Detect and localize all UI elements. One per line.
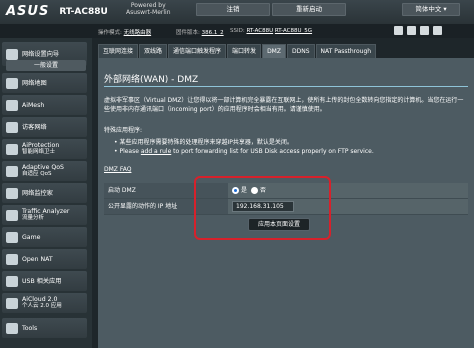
sidebar-item-usb-apps[interactable]: USB 相关应用 — [2, 271, 87, 291]
brand: ASUS RT-AC88U — [6, 4, 108, 19]
traffic-analyzer-icon — [6, 209, 18, 221]
sidebar-item-network-monitor[interactable]: 网络监控家 — [2, 183, 87, 203]
wizard-icon — [6, 48, 18, 60]
wifi-icon[interactable] — [407, 26, 416, 35]
add-rule-link[interactable]: add a rule — [141, 148, 171, 155]
tab-dmz[interactable]: DMZ — [262, 44, 286, 58]
asus-logo: ASUS — [6, 4, 50, 19]
tab-port-trigger[interactable]: 通信端口触发程序 — [168, 44, 227, 58]
model-name: RT-AC88U — [59, 6, 108, 17]
network-map-icon — [6, 77, 18, 89]
sidebar-item-network-map[interactable]: 网络地图 — [2, 73, 87, 93]
page-title: 外部网络(WAN) - DMZ — [104, 75, 199, 85]
list-item: 某些应用程序需要特殊的处理程序来穿越IP共享器，默认是关闭。 — [114, 138, 470, 147]
sidebar-item-aiprotection[interactable]: AiProtection 智能网络卫士 — [2, 139, 87, 159]
usb-icon[interactable] — [420, 26, 429, 35]
sidebar-item-tools[interactable]: Tools — [2, 318, 87, 338]
special-apps-title: 特殊应用程序: — [104, 127, 143, 134]
reboot-button[interactable]: 重新启动 — [272, 3, 346, 16]
status-bar: 操作模式: 无线路由器 固件版本: 386.1_2 SSID: RT-AC88U… — [0, 24, 474, 38]
network-status-icon[interactable] — [394, 26, 403, 35]
highlight-box — [194, 176, 331, 240]
operation-mode[interactable]: 无线路由器 — [124, 30, 152, 36]
list-item: Please add a rule to port forwarding lis… — [114, 147, 470, 156]
tab-port-forwarding[interactable]: 端口转发 — [227, 44, 262, 58]
aiprotection-icon — [6, 143, 18, 155]
sidebar-item-aimesh[interactable]: AiMesh — [2, 95, 87, 115]
sidebar-item-aicloud[interactable]: AiCloud 2.0 个人云 2.0 应用 — [2, 293, 87, 313]
ssid-5g[interactable]: RT-AC88U_5G — [275, 28, 312, 34]
tab-bar: 互联网连接 双线路 通信端口触发程序 端口转发 DMZ DDNS NAT Pas… — [98, 44, 377, 58]
qos-icon — [6, 165, 18, 177]
dmz-description: 虚拟非军事区（Virtual DMZ）让您得以将一部计算机完全暴露在互联网上，使… — [104, 97, 464, 113]
sidebar-item-adaptive-qos[interactable]: Adaptive QoS 自适应 QoS — [2, 161, 87, 181]
tab-nat-passthrough[interactable]: NAT Passthrough — [315, 44, 377, 58]
tab-dual-wan[interactable]: 双线路 — [139, 44, 168, 58]
open-nat-icon — [6, 253, 18, 265]
usb-app-icon — [6, 275, 18, 287]
special-apps-list: 某些应用程序需要特殊的处理程序来穿越IP共享器，默认是关闭。 Please ad… — [114, 138, 470, 156]
aicloud-icon — [6, 297, 18, 309]
tab-internet[interactable]: 互联网连接 — [98, 44, 139, 58]
app-icon[interactable] — [433, 26, 442, 35]
language-select[interactable]: 简体中文 ▾ — [402, 3, 460, 16]
sidebar-item-traffic-analyzer[interactable]: Traffic Analyzer 流量分析 — [2, 205, 87, 225]
divider — [104, 86, 468, 87]
section-general: 一般设置 — [6, 60, 86, 71]
guest-network-icon — [6, 121, 18, 133]
sidebar: 网络设置向导 一般设置 网络地图 AiMesh 访客网络 AiProtectio… — [0, 38, 92, 348]
sidebar-item-guest-network[interactable]: 访客网络 — [2, 117, 87, 137]
firmware-version[interactable]: 386.1_2 — [202, 30, 224, 36]
top-bar: ASUS RT-AC88U Powered by Asuswrt-Merlin … — [0, 0, 474, 24]
game-icon — [6, 231, 18, 243]
sidebar-item-game[interactable]: Game — [2, 227, 87, 247]
powered-by: Powered by Asuswrt-Merlin — [126, 2, 171, 16]
logout-button[interactable]: 注销 — [196, 3, 270, 16]
sidebar-item-open-nat[interactable]: Open NAT — [2, 249, 87, 269]
aimesh-icon — [6, 99, 18, 111]
ssid-24g[interactable]: RT-AC88U — [246, 28, 273, 34]
monitor-icon — [6, 187, 18, 199]
tools-icon — [6, 322, 18, 334]
dmz-faq-link[interactable]: DMZ FAQ — [104, 166, 131, 173]
tab-ddns[interactable]: DDNS — [286, 44, 315, 58]
